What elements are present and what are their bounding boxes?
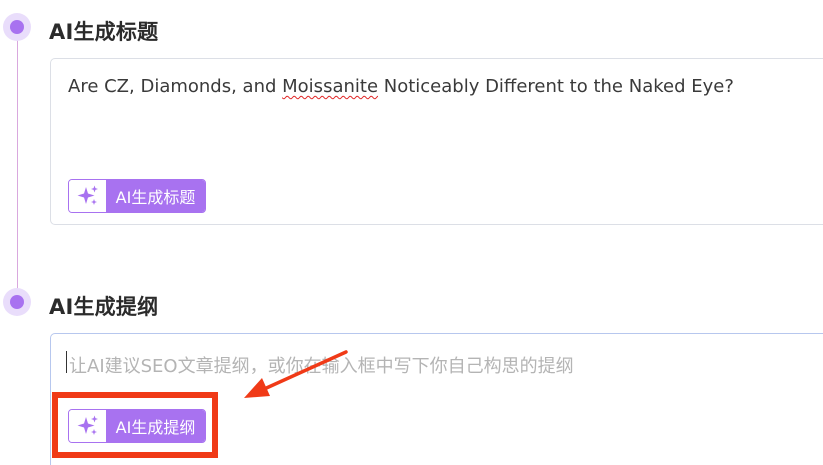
timeline-line <box>17 36 18 292</box>
annotation-highlight-box <box>52 392 218 458</box>
title-text: Are CZ, Diamonds, and Moissanite Noticea… <box>68 76 734 97</box>
title-text-after: Noticeably Different to the Naked Eye? <box>378 76 734 97</box>
text-caret <box>66 351 67 373</box>
title-text-before: Are CZ, Diamonds, and <box>68 76 283 97</box>
section-title-ai-outline: AI生成提纲 <box>49 295 159 319</box>
section-title-ai-title: AI生成标题 <box>49 20 159 44</box>
timeline-dot-outline <box>3 288 31 316</box>
spellcheck-word: Moissanite <box>282 76 379 97</box>
ai-generate-title-label: AI生成标题 <box>106 180 205 212</box>
page: AI生成标题 Are CZ, Diamonds, and Moissanite … <box>0 0 823 465</box>
sparkle-icon <box>69 180 106 212</box>
ai-generate-title-button[interactable]: AI生成标题 <box>68 179 206 213</box>
timeline-dot-title <box>3 13 31 41</box>
outline-placeholder: 让AI建议SEO文章提纲，或你在输入框中写下你自己构思的提纲 <box>69 356 574 377</box>
